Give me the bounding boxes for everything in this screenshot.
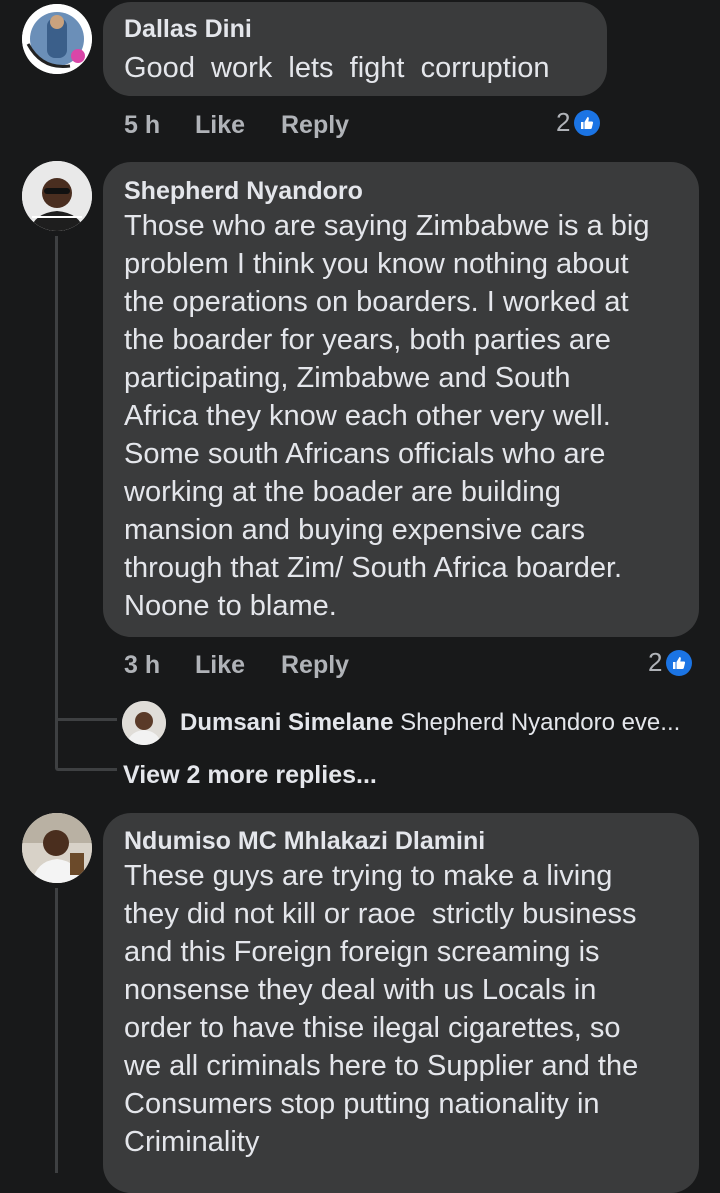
comment-line: the operations on boarders. I worked at (124, 286, 629, 318)
reaction-count: 2 (556, 107, 571, 137)
comment-line: Africa they know each other very well. (124, 400, 611, 432)
comment-bubble-ndumiso-dlamini[interactable]: Ndumiso MC Mhlakazi Dlamini These guys a… (103, 813, 699, 1193)
thread-line (55, 888, 58, 1173)
comment-line: participating, Zimbabwe and South (124, 362, 571, 394)
reply-text: Shepherd Nyandoro eve... (400, 709, 681, 736)
comment-text: These guys are trying to make a living t… (124, 857, 678, 1161)
like-button[interactable]: Like (195, 651, 245, 680)
profile-photo-icon (22, 161, 92, 231)
thread-line (55, 236, 58, 768)
avatar-dallas-dini[interactable] (22, 4, 92, 74)
comment-line: through that Zim/ South Africa boarder. (124, 552, 623, 584)
profile-photo-icon (22, 4, 92, 74)
comment-line: the boarder for years, both parties are (124, 324, 611, 356)
comment-line: These guys are trying to make a living (124, 860, 613, 892)
profile-photo-icon (122, 701, 166, 745)
comment-line: Criminality (124, 1126, 260, 1158)
thumbs-up-icon (666, 649, 693, 676)
comment-author[interactable]: Dallas Dini (124, 14, 586, 44)
reaction-summary[interactable]: 2 (556, 107, 601, 138)
comment-line: problem I think you know nothing about (124, 248, 629, 280)
reaction-summary[interactable]: 2 (648, 647, 693, 678)
comment-line: they did not kill or raoe strictly busin… (124, 898, 637, 930)
avatar-shepherd-nyandoro[interactable] (22, 161, 92, 231)
comment-line: Noone to blame. (124, 590, 337, 622)
reply-preview[interactable]: Dumsani Simelane Shepherd Nyandoro eve..… (180, 709, 680, 737)
comment-text: Those who are saying Zimbabwe is a big p… (124, 207, 678, 625)
thumbs-up-icon (574, 109, 601, 136)
reply-button[interactable]: Reply (281, 111, 349, 140)
comment-author[interactable]: Shepherd Nyandoro (124, 176, 678, 206)
comment-line: Some south Africans officials who are (124, 438, 606, 470)
comment-line: Those who are saying Zimbabwe is a big (124, 210, 650, 242)
thread-branch (55, 768, 117, 771)
comment-bubble-dallas-dini[interactable]: Dallas Dini Good work lets fight corrupt… (103, 2, 607, 96)
comment-line: we all criminals here to Supplier and th… (124, 1050, 639, 1082)
avatar-dumsani-simelane[interactable] (122, 701, 166, 745)
comment-line: and this Foreign foreign screaming is (124, 936, 600, 968)
thread-branch (55, 718, 117, 721)
comment-line: Good work lets fight corruption (124, 52, 550, 84)
reply-button[interactable]: Reply (281, 651, 349, 680)
comment-timestamp[interactable]: 5 h (124, 111, 160, 140)
comment-text: Good work lets fight corruption (124, 49, 586, 87)
reply-author[interactable]: Dumsani Simelane (180, 709, 393, 736)
comment-line: working at the boader are building (124, 476, 561, 508)
comment-bubble-shepherd-nyandoro[interactable]: Shepherd Nyandoro Those who are saying Z… (103, 162, 699, 637)
comment-line: mansion and buying expensive cars (124, 514, 586, 546)
view-more-replies-link[interactable]: View 2 more replies... (123, 761, 377, 790)
avatar-ndumiso-dlamini[interactable] (22, 813, 92, 883)
comment-timestamp[interactable]: 3 h (124, 651, 160, 680)
profile-photo-icon (22, 813, 92, 883)
comment-line: Consumers stop putting nationality in (124, 1088, 600, 1120)
like-button[interactable]: Like (195, 111, 245, 140)
comment-author[interactable]: Ndumiso MC Mhlakazi Dlamini (124, 826, 678, 856)
comment-line: nonsense they deal with us Locals in (124, 974, 597, 1006)
comment-line: order to have thise ilegal cigarettes, s… (124, 1012, 621, 1044)
reaction-count: 2 (648, 647, 663, 677)
